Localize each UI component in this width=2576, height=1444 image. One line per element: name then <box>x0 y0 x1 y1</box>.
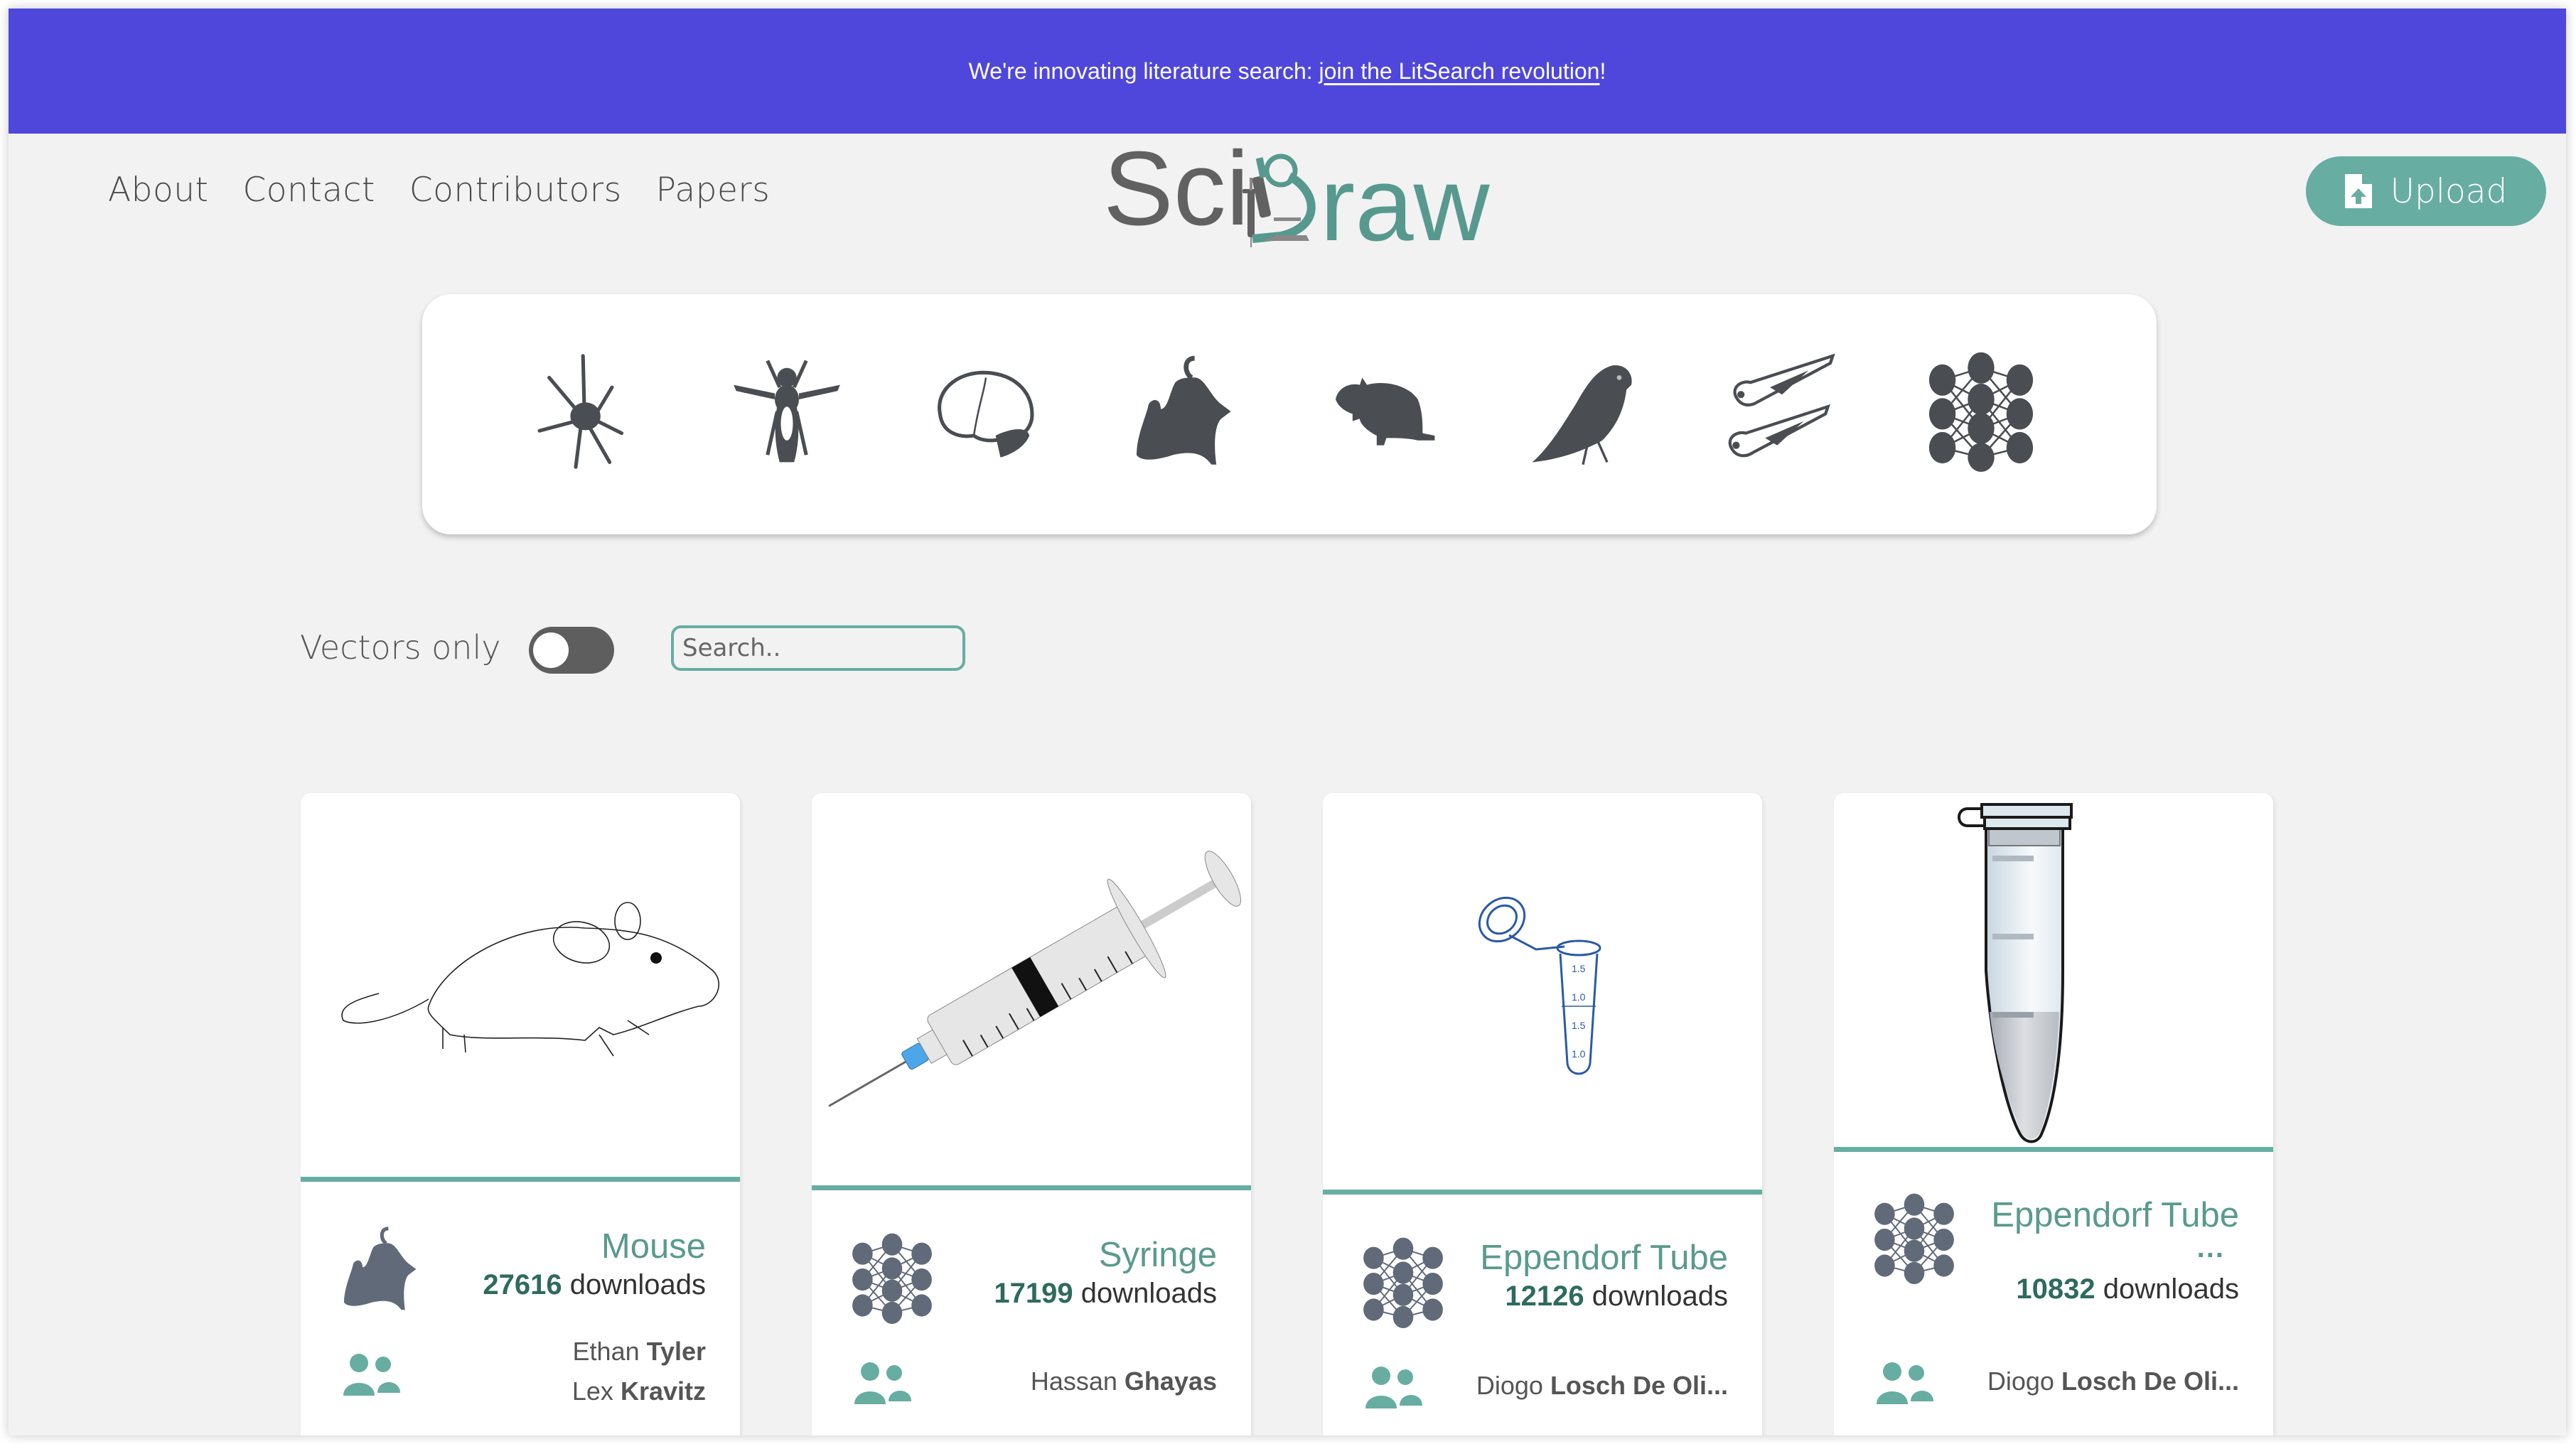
download-count: 10832 downloads <box>2016 1273 2239 1305</box>
announcement-banner: We're innovating literature search: join… <box>9 9 2566 134</box>
vectors-only-label: Vectors only <box>300 628 501 667</box>
eppendorf-tube-drawing <box>1958 803 2073 1143</box>
card-title[interactable]: Eppendorf Tube <box>1480 1238 1728 1278</box>
authors-list: Ethan Tyler Lex Kravitz <box>572 1332 706 1411</box>
category-rat[interactable] <box>1324 351 1444 472</box>
brain-icon <box>938 370 1034 458</box>
banner-suffix: ! <box>1599 58 1606 84</box>
nav-contributors[interactable]: Contributors <box>409 171 622 210</box>
search-input[interactable] <box>671 625 965 671</box>
card-divider <box>1323 1190 1762 1195</box>
authors-icon <box>854 1362 911 1404</box>
neural-network-icon <box>1363 1237 1443 1328</box>
author[interactable]: Hassan Ghayas <box>1031 1362 1217 1401</box>
author[interactable]: Diogo Losch De Oli... <box>1476 1366 1728 1406</box>
neural-network-icon <box>1874 1193 1954 1284</box>
author[interactable]: Lex Kravitz <box>572 1372 706 1411</box>
svg-text:1.5: 1.5 <box>1572 963 1586 974</box>
authors-list: Diogo Losch De Oli... <box>1476 1366 1728 1406</box>
banner-text: We're innovating literature search: <box>968 58 1313 84</box>
nav-contact[interactable]: Contact <box>242 171 375 210</box>
authors-icon <box>343 1354 400 1396</box>
neuron-icon <box>537 354 624 469</box>
main-nav: About Contact Contributors Papers <box>108 171 770 210</box>
drawing-card[interactable]: Eppendorf Tube ... 10832 downloads Diogo… <box>1834 793 2273 1435</box>
author[interactable]: Ethan Tyler <box>572 1332 706 1372</box>
mouse-icon <box>1137 355 1231 465</box>
mouse-icon <box>344 1227 417 1310</box>
upload-label: Upload <box>2390 171 2508 211</box>
card-title[interactable]: Syringe <box>1099 1235 1217 1275</box>
title-overflow: ... <box>2196 1232 2225 1264</box>
category-zebrafish[interactable] <box>1722 351 1842 472</box>
litsearch-link[interactable]: join the LitSearch revolution <box>1319 58 1600 85</box>
authors-icon <box>1877 1362 1933 1404</box>
card-divider <box>301 1177 740 1182</box>
download-count: 12126 downloads <box>1505 1281 1728 1312</box>
file-upload-icon <box>2344 174 2372 208</box>
vectors-only-toggle[interactable] <box>529 627 614 674</box>
category-neuron[interactable] <box>527 351 648 472</box>
download-count: 27616 downloads <box>483 1269 706 1300</box>
category-bar <box>422 294 2157 534</box>
mouse-drawing <box>341 902 720 1057</box>
category-fly[interactable] <box>726 351 847 472</box>
nav-about[interactable]: About <box>108 171 208 210</box>
logo-text-draw: raw <box>1320 146 1491 247</box>
category-mouse[interactable] <box>1125 351 1245 472</box>
card-divider <box>1834 1147 2273 1152</box>
zebrafish-icon <box>1728 353 1835 458</box>
bird-icon <box>1532 365 1632 465</box>
drawing-card[interactable]: 1.5 1.0 1.5 1.0 Eppendorf Tube 12126 downlo… <box>1323 793 1762 1435</box>
svg-text:1.0: 1.0 <box>1572 991 1586 1003</box>
svg-text:1.0: 1.0 <box>1572 1048 1586 1060</box>
toggle-knob <box>533 632 569 668</box>
rat-icon <box>1336 377 1435 446</box>
upload-button[interactable]: Upload <box>2306 156 2546 226</box>
author[interactable]: Diogo Losch De Oli... <box>1987 1362 2239 1401</box>
authors-icon <box>1365 1367 1422 1408</box>
card-title[interactable]: Mouse <box>601 1227 706 1266</box>
svg-text:1.5: 1.5 <box>1572 1020 1586 1031</box>
category-bird[interactable] <box>1523 351 1643 472</box>
microscope-icon <box>1252 153 1316 243</box>
browser-window: We're innovating literature search: join… <box>9 9 2566 1435</box>
drawing-card[interactable]: Syringe 17199 downloads Hassan Ghayas <box>812 793 1251 1435</box>
category-neural-network[interactable] <box>1921 351 2041 472</box>
neural-network-icon <box>852 1233 932 1324</box>
fly-icon <box>734 360 840 463</box>
syringe-drawing <box>828 851 1241 1107</box>
logo-text-sci: Sci <box>1103 141 1250 247</box>
eppendorf-tube-drawing: 1.5 1.0 1.5 1.0 <box>1478 896 1601 1075</box>
authors-list: Diogo Losch De Oli... <box>1987 1362 2239 1401</box>
scidraw-logo[interactable]: Sci raw <box>1103 130 1501 263</box>
drawing-card[interactable]: Mouse 27616 downloads Ethan Tyler Lex Kr… <box>301 793 740 1435</box>
card-divider <box>812 1185 1251 1190</box>
category-brain[interactable] <box>925 351 1046 472</box>
authors-list: Hassan Ghayas <box>1031 1362 1217 1401</box>
neural-network-icon <box>1928 352 2034 472</box>
card-title[interactable]: Eppendorf Tube <box>1991 1195 2239 1235</box>
nav-papers[interactable]: Papers <box>656 171 771 210</box>
download-count: 17199 downloads <box>994 1278 1217 1309</box>
